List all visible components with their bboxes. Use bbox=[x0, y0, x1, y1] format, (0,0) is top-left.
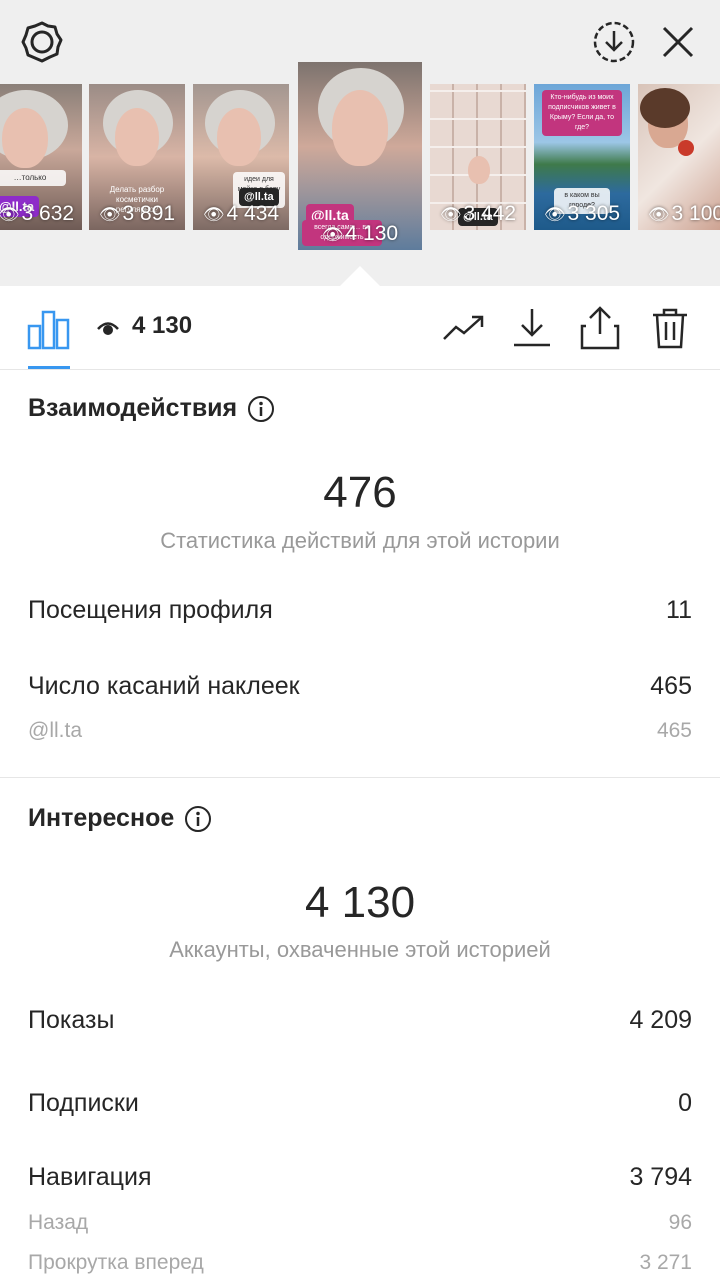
stat-value: 0 bbox=[678, 1089, 692, 1117]
stat-value: 465 bbox=[656, 719, 692, 742]
eye-icon bbox=[96, 316, 120, 338]
story-views: 👁4 434 bbox=[202, 202, 280, 225]
story-views: 👁4 130 bbox=[321, 222, 399, 245]
discovery-section-title: Интересное bbox=[28, 804, 212, 833]
story-thumbnail[interactable]: …только @ll.ta 👁3 632 bbox=[0, 84, 82, 230]
stat-value: 3 271 bbox=[639, 1251, 692, 1274]
share-icon bbox=[580, 306, 620, 350]
trending-up-icon bbox=[443, 315, 484, 340]
story-thumbnail[interactable]: Делать разбор косметички регулярно? 👁3 8… bbox=[89, 84, 185, 230]
bar-chart-icon bbox=[27, 310, 70, 350]
story-thumbnail[interactable]: Кто-нибудь из моих подписчиков живет в К… bbox=[534, 84, 630, 230]
insights-tab[interactable] bbox=[26, 304, 72, 350]
insights-toolbar: 4 130 bbox=[0, 286, 720, 370]
story-thumbnail[interactable]: 👁3 100 bbox=[638, 84, 720, 230]
interactions-total: 476 bbox=[323, 468, 397, 517]
eye-icon: 👁 bbox=[647, 205, 670, 224]
story-thumbnail[interactable]: @ll.ta 👁3 442 bbox=[430, 84, 526, 230]
delete-button[interactable] bbox=[648, 306, 692, 350]
stat-value: 4 209 bbox=[629, 1006, 692, 1034]
story-strip: …только @ll.ta 👁3 632 Делать разбор косм… bbox=[0, 0, 720, 286]
section-title-text: Интересное bbox=[28, 804, 175, 832]
story-views: 👁3 632 bbox=[0, 202, 82, 226]
story-views: 👁3 442 bbox=[439, 202, 517, 225]
story-thumbnail[interactable]: идеи для мейка в бору у озёр @ll.ta 👁4 4… bbox=[193, 84, 289, 230]
close-icon bbox=[662, 26, 694, 58]
story-caption: Кто-нибудь из моих подписчиков живет в К… bbox=[542, 90, 622, 136]
eye-icon: 👁 bbox=[0, 205, 20, 224]
info-icon[interactable] bbox=[247, 395, 275, 423]
stat-label: Число касаний наклеек bbox=[28, 672, 300, 700]
stat-subrow-forward: Прокрутка вперед 3 271 bbox=[28, 1251, 692, 1275]
story-views: 👁3 891 bbox=[98, 202, 176, 225]
selected-story-pointer bbox=[340, 266, 380, 286]
stat-label: Прокрутка вперед bbox=[28, 1251, 204, 1274]
close-button[interactable] bbox=[656, 20, 700, 64]
share-button[interactable] bbox=[578, 306, 622, 350]
eye-icon: 👁 bbox=[321, 225, 344, 244]
story-thumbnail-selected[interactable]: @ll.ta всегда сама… во одержимость 👁4 13… bbox=[298, 62, 422, 250]
stat-value: 3 794 bbox=[629, 1163, 692, 1191]
download-icon bbox=[514, 309, 550, 347]
story-view-count: 4 130 bbox=[132, 312, 193, 339]
settings-button[interactable] bbox=[20, 20, 64, 64]
discovery-caption: Аккаунты, охваченные этой историей bbox=[169, 937, 551, 962]
stat-label: Навигация bbox=[28, 1163, 152, 1191]
story-views: 👁3 100 bbox=[647, 202, 720, 225]
trash-icon bbox=[653, 308, 687, 349]
eye-icon: 👁 bbox=[202, 205, 225, 224]
interactions-caption: Статистика действий для этой истории bbox=[160, 528, 560, 553]
stat-row-navigation: Навигация 3 794 bbox=[28, 1163, 692, 1192]
stat-row-profile-visits: Посещения профиля 11 bbox=[28, 596, 692, 625]
download-story-button[interactable] bbox=[592, 20, 636, 64]
story-caption: …только bbox=[0, 170, 66, 186]
eye-icon: 👁 bbox=[98, 205, 121, 224]
section-title-text: Взаимодействия bbox=[28, 394, 238, 422]
eye-icon: 👁 bbox=[439, 205, 462, 224]
stat-value: 96 bbox=[668, 1211, 692, 1234]
stat-label: Назад bbox=[28, 1211, 89, 1234]
stat-row-follows: Подписки 0 bbox=[28, 1089, 692, 1118]
eye-icon: 👁 bbox=[543, 205, 566, 224]
gear-icon bbox=[21, 21, 63, 63]
discovery-total: 4 130 bbox=[304, 878, 416, 927]
interactions-section-title: Взаимодействия bbox=[28, 394, 275, 423]
stat-row-sticker-taps: Число касаний наклеек 465 bbox=[28, 672, 692, 701]
stat-row-impressions: Показы 4 209 bbox=[28, 1006, 692, 1035]
promote-button[interactable] bbox=[442, 306, 486, 350]
stat-subrow-mention: @ll.ta 465 bbox=[28, 719, 692, 743]
stat-label: Посещения профиля bbox=[28, 596, 273, 624]
download-circle-icon bbox=[593, 21, 635, 63]
save-story-button[interactable] bbox=[510, 306, 554, 350]
stat-subrow-back: Назад 96 bbox=[28, 1211, 692, 1235]
stat-value: 11 bbox=[666, 596, 692, 624]
active-tab-indicator bbox=[28, 366, 70, 369]
stat-label: Показы bbox=[28, 1006, 115, 1034]
stat-label: Подписки bbox=[28, 1089, 139, 1117]
stat-value: 465 bbox=[650, 672, 692, 700]
info-icon[interactable] bbox=[184, 805, 212, 833]
story-views: 👁3 305 bbox=[543, 202, 621, 225]
section-divider bbox=[0, 777, 720, 778]
stat-label: @ll.ta bbox=[28, 719, 82, 742]
story-thumbnails: …только @ll.ta 👁3 632 Делать разбор косм… bbox=[0, 62, 720, 262]
